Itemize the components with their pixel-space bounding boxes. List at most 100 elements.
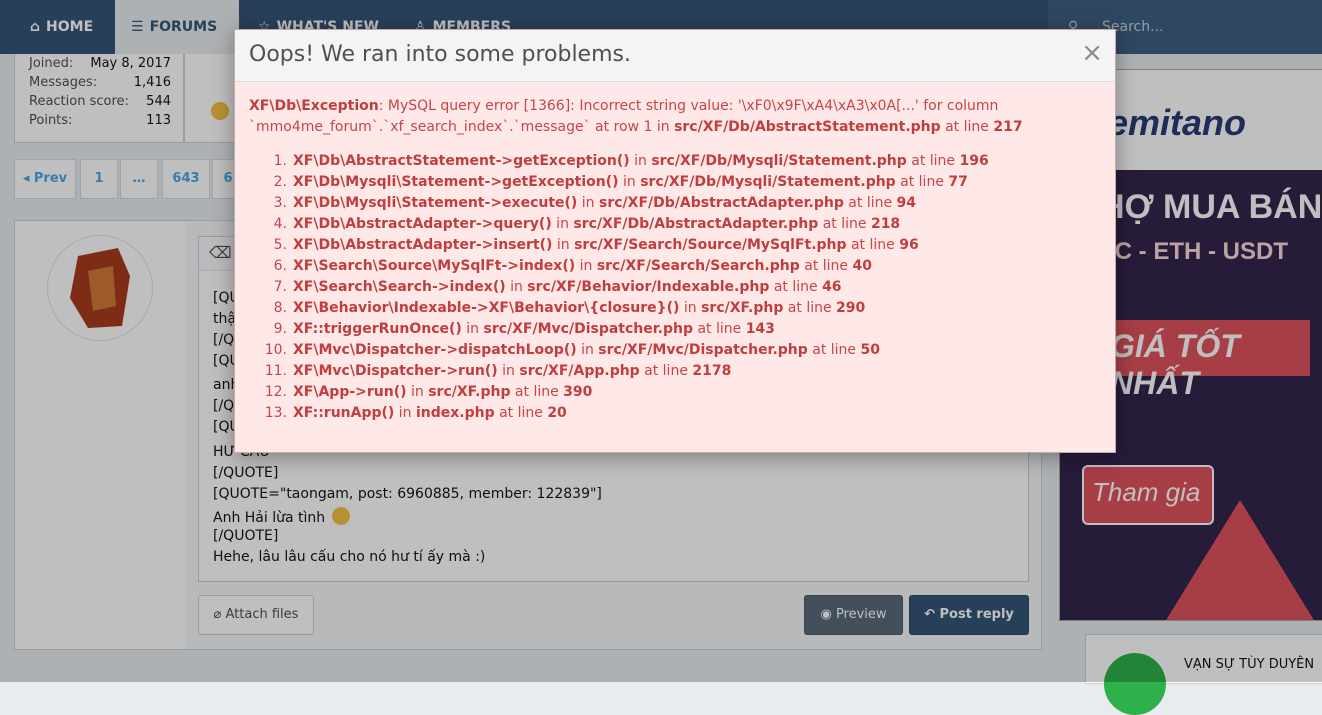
trace-function: XF\Search\Source\MySqlFt->index(): [293, 258, 576, 274]
trace-function: XF\Db\Mysqli\Statement->execute(): [293, 195, 578, 211]
close-icon[interactable]: ×: [1081, 38, 1103, 68]
trace-at-line: at line: [510, 384, 564, 400]
dialog-title: Oops! We ran into some problems.: [249, 42, 631, 67]
stack-trace-item: 2. XF\Db\Mysqli\Statement->getException()…: [249, 172, 989, 193]
trace-in: in: [575, 258, 597, 274]
trace-file: src/XF/Db/AbstractAdapter.php: [573, 216, 819, 232]
trace-file: src/XF/Search/Source/MySqlFt.php: [574, 237, 847, 253]
trace-function: XF\Behavior\Indexable->XF\Behavior\{clos…: [293, 300, 680, 316]
trace-line: 96: [899, 237, 919, 253]
trace-file: src/XF.php: [428, 384, 511, 400]
stack-trace-item: 12. XF\App->run() in src/XF.php at line 3…: [249, 382, 989, 403]
trace-line: 2178: [692, 363, 732, 379]
trace-at-line: at line: [906, 153, 960, 169]
trace-line: 94: [896, 195, 917, 211]
trace-file: src/XF/Db/Mysqli/Statement.php: [640, 174, 896, 190]
trace-in: in: [577, 195, 599, 211]
trace-number: 13.: [264, 405, 287, 421]
trace-at-line: at line: [799, 258, 853, 274]
stack-trace-item: 11. XF\Mvc\Dispatcher->run() in src/XF/Ap…: [249, 361, 989, 382]
stack-trace-item: 9. XF::triggerRunOnce() in src/XF/Mvc/Dis…: [249, 319, 989, 340]
stack-trace-item: 8. XF\Behavior\Indexable->XF\Behavior\{cl…: [249, 298, 989, 319]
trace-number: 6.: [273, 258, 287, 274]
trace-function: XF\Mvc\Dispatcher->run(): [293, 363, 498, 379]
trace-line: 143: [745, 321, 775, 337]
trace-at-line: at line: [818, 216, 871, 232]
trace-at-line: at line: [693, 321, 746, 337]
trace-function: XF\Db\AbstractStatement->getException(): [293, 153, 630, 169]
trace-line: 77: [948, 174, 968, 190]
trace-line: 218: [870, 216, 901, 232]
error-class: XF\Db\Exception: [249, 98, 379, 114]
stack-trace-item: 5. XF\Db\AbstractAdapter->insert() in src…: [249, 235, 989, 256]
trace-at-line: at line: [843, 195, 897, 211]
trace-function: XF\App->run(): [293, 384, 407, 400]
trace-at-line: at line: [807, 342, 861, 358]
stack-trace-item: 1. XF\Db\AbstractStatement->getException(…: [249, 151, 989, 172]
trace-in: in: [497, 363, 520, 379]
error-file: src/XF/Db/AbstractStatement.php: [674, 119, 941, 135]
trace-function: XF\Search\Search->index(): [293, 279, 506, 295]
trace-number: 11.: [264, 363, 287, 379]
trace-file: src/XF.php: [701, 300, 784, 316]
trace-file: index.php: [415, 405, 495, 421]
trace-at-line: at line: [846, 237, 900, 253]
trace-line: 290: [836, 300, 866, 316]
error-dialog: Oops! We ran into some problems. × XF\Db…: [234, 29, 1116, 453]
trace-line: 196: [959, 153, 989, 169]
trace-in: in: [618, 174, 641, 190]
trace-number: 5.: [273, 237, 287, 253]
dialog-header: Oops! We ran into some problems. ×: [235, 30, 1115, 82]
trace-in: in: [576, 342, 599, 358]
trace-in: in: [629, 153, 652, 169]
trace-in: in: [394, 405, 416, 421]
trace-number: 10.: [264, 342, 287, 358]
trace-number: 8.: [273, 300, 287, 316]
error-at-line: at line: [940, 119, 994, 135]
trace-file: src/XF/Mvc/Dispatcher.php: [483, 321, 693, 337]
trace-line: 40: [852, 258, 872, 274]
trace-in: in: [679, 300, 702, 316]
error-message: XF\Db\Exception: MySQL query error [1366…: [249, 96, 1099, 138]
trace-in: in: [552, 237, 575, 253]
stack-trace-item: 7. XF\Search\Search->index() in src/XF/Be…: [249, 277, 989, 298]
trace-function: XF\Mvc\Dispatcher->dispatchLoop(): [293, 342, 577, 358]
trace-line: 50: [860, 342, 880, 358]
trace-at-line: at line: [895, 174, 949, 190]
trace-number: 4.: [273, 216, 287, 232]
trace-at-line: at line: [769, 279, 823, 295]
trace-in: in: [406, 384, 429, 400]
trace-function: XF::runApp(): [293, 405, 395, 421]
trace-function: XF\Db\AbstractAdapter->insert(): [293, 237, 553, 253]
trace-line: 20: [547, 405, 567, 421]
trace-function: XF\Db\Mysqli\Statement->getException(): [293, 174, 619, 190]
trace-number: 9.: [273, 321, 287, 337]
trace-line: 46: [822, 279, 842, 295]
stack-trace: 1. XF\Db\AbstractStatement->getException(…: [249, 151, 989, 424]
stack-trace-item: 3. XF\Db\Mysqli\Statement->execute() in s…: [249, 193, 989, 214]
trace-file: src/XF/Db/AbstractAdapter.php: [599, 195, 844, 211]
trace-at-line: at line: [494, 405, 548, 421]
stack-trace-item: 10. XF\Mvc\Dispatcher->dispatchLoop() in …: [249, 340, 989, 361]
trace-at-line: at line: [639, 363, 693, 379]
trace-in: in: [505, 279, 528, 295]
trace-file: src/XF/Mvc/Dispatcher.php: [598, 342, 808, 358]
trace-file: src/XF/Behavior/Indexable.php: [527, 279, 770, 295]
trace-at-line: at line: [783, 300, 837, 316]
trace-function: XF::triggerRunOnce(): [293, 321, 462, 337]
stack-trace-item: 13. XF::runApp() in index.php at line 20: [249, 403, 989, 424]
trace-file: src/XF/Db/Mysqli/Statement.php: [651, 153, 907, 169]
trace-number: 2.: [273, 174, 287, 190]
trace-function: XF\Db\AbstractAdapter->query(): [293, 216, 552, 232]
trace-number: 7.: [273, 279, 287, 295]
trace-number: 3.: [273, 195, 287, 211]
trace-number: 1.: [273, 153, 287, 169]
stack-trace-item: 6. XF\Search\Source\MySqlFt->index() in s…: [249, 256, 989, 277]
trace-number: 12.: [264, 384, 287, 400]
trace-in: in: [461, 321, 484, 337]
trace-line: 390: [563, 384, 593, 400]
stack-trace-item: 4. XF\Db\AbstractAdapter->query() in src/…: [249, 214, 989, 235]
trace-file: src/XF/App.php: [519, 363, 640, 379]
trace-in: in: [551, 216, 574, 232]
trace-file: src/XF/Search/Search.php: [596, 258, 800, 274]
